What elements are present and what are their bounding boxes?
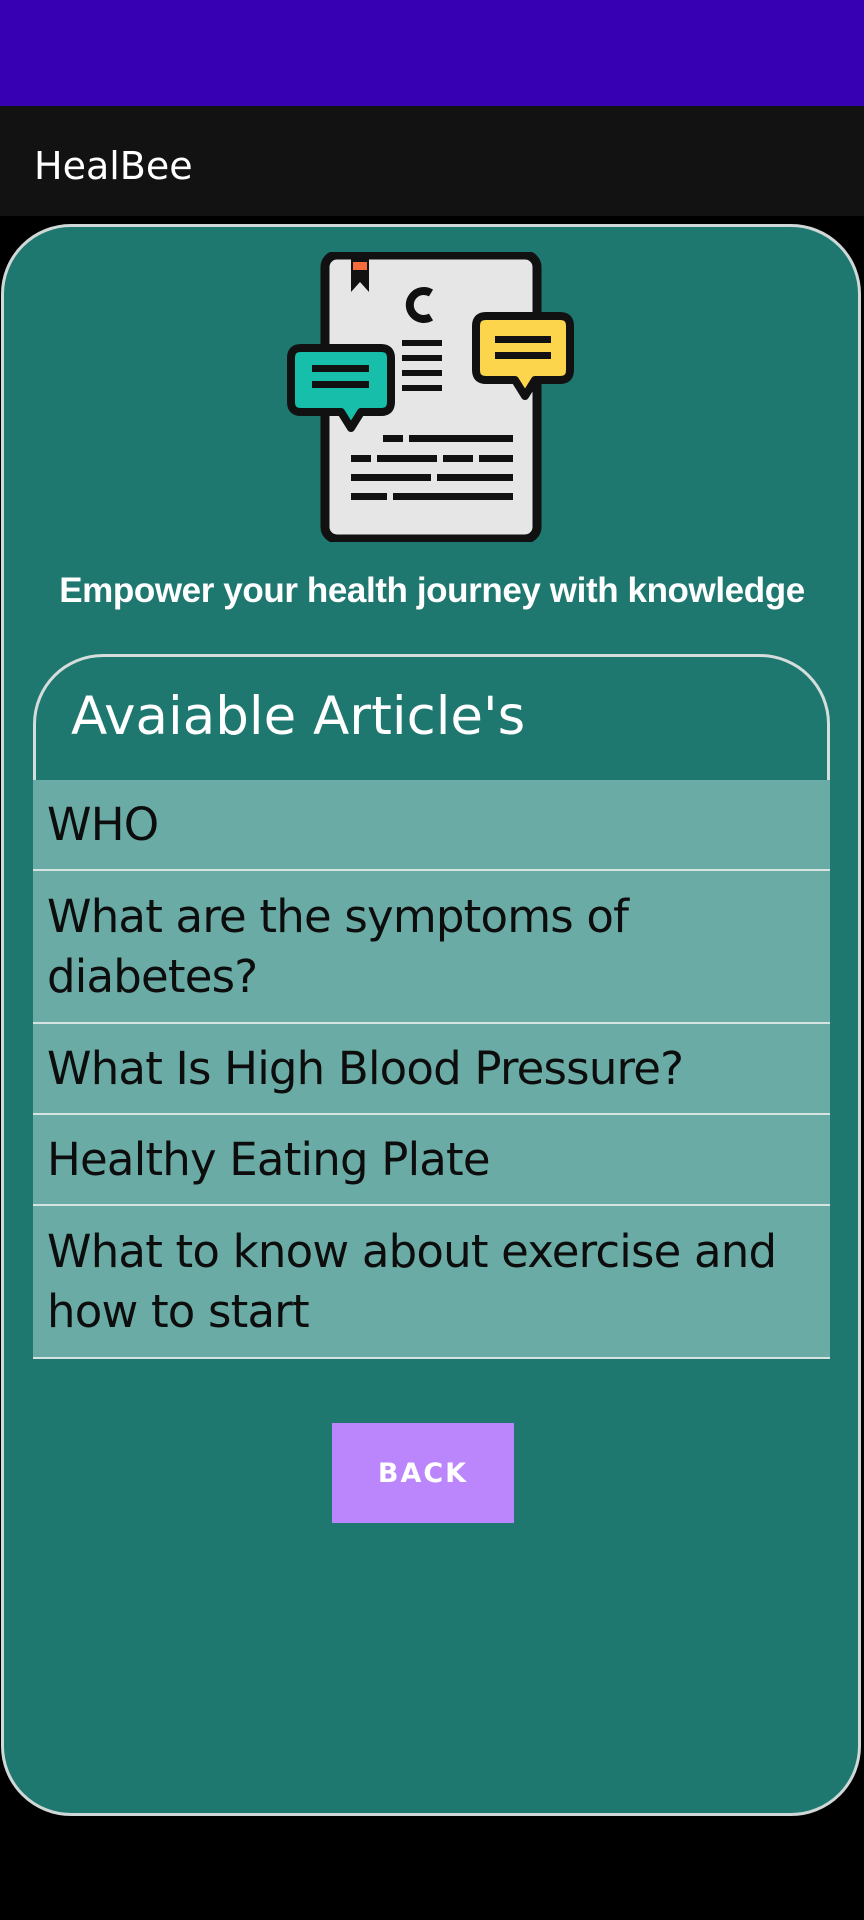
article-item-who[interactable]: WHO [33,780,830,871]
back-button[interactable]: BACK [332,1423,514,1523]
articles-header: Avaiable Article's [33,654,830,780]
article-item-exercise[interactable]: What to know about exercise and how to s… [33,1206,830,1359]
articles-title: Avaiable Article's [71,686,526,747]
app-title: HealBee [34,144,193,188]
navigation-bar [0,1820,864,1920]
articles-panel: Avaiable Article's WHO What are the symp… [33,654,830,1360]
article-item-diabetes-symptoms[interactable]: What are the symptoms of diabetes? [33,871,830,1024]
article-item-high-blood-pressure[interactable]: What Is High Blood Pressure? [33,1024,830,1115]
status-bar [0,0,864,106]
medical-article-chat-icon [287,252,574,542]
tagline: Empower your health journey with knowled… [59,571,805,610]
article-list: WHO What are the symptoms of diabetes? W… [33,780,830,1359]
app-bar: HealBee [0,106,864,216]
article-item-healthy-eating-plate[interactable]: Healthy Eating Plate [33,1115,830,1206]
